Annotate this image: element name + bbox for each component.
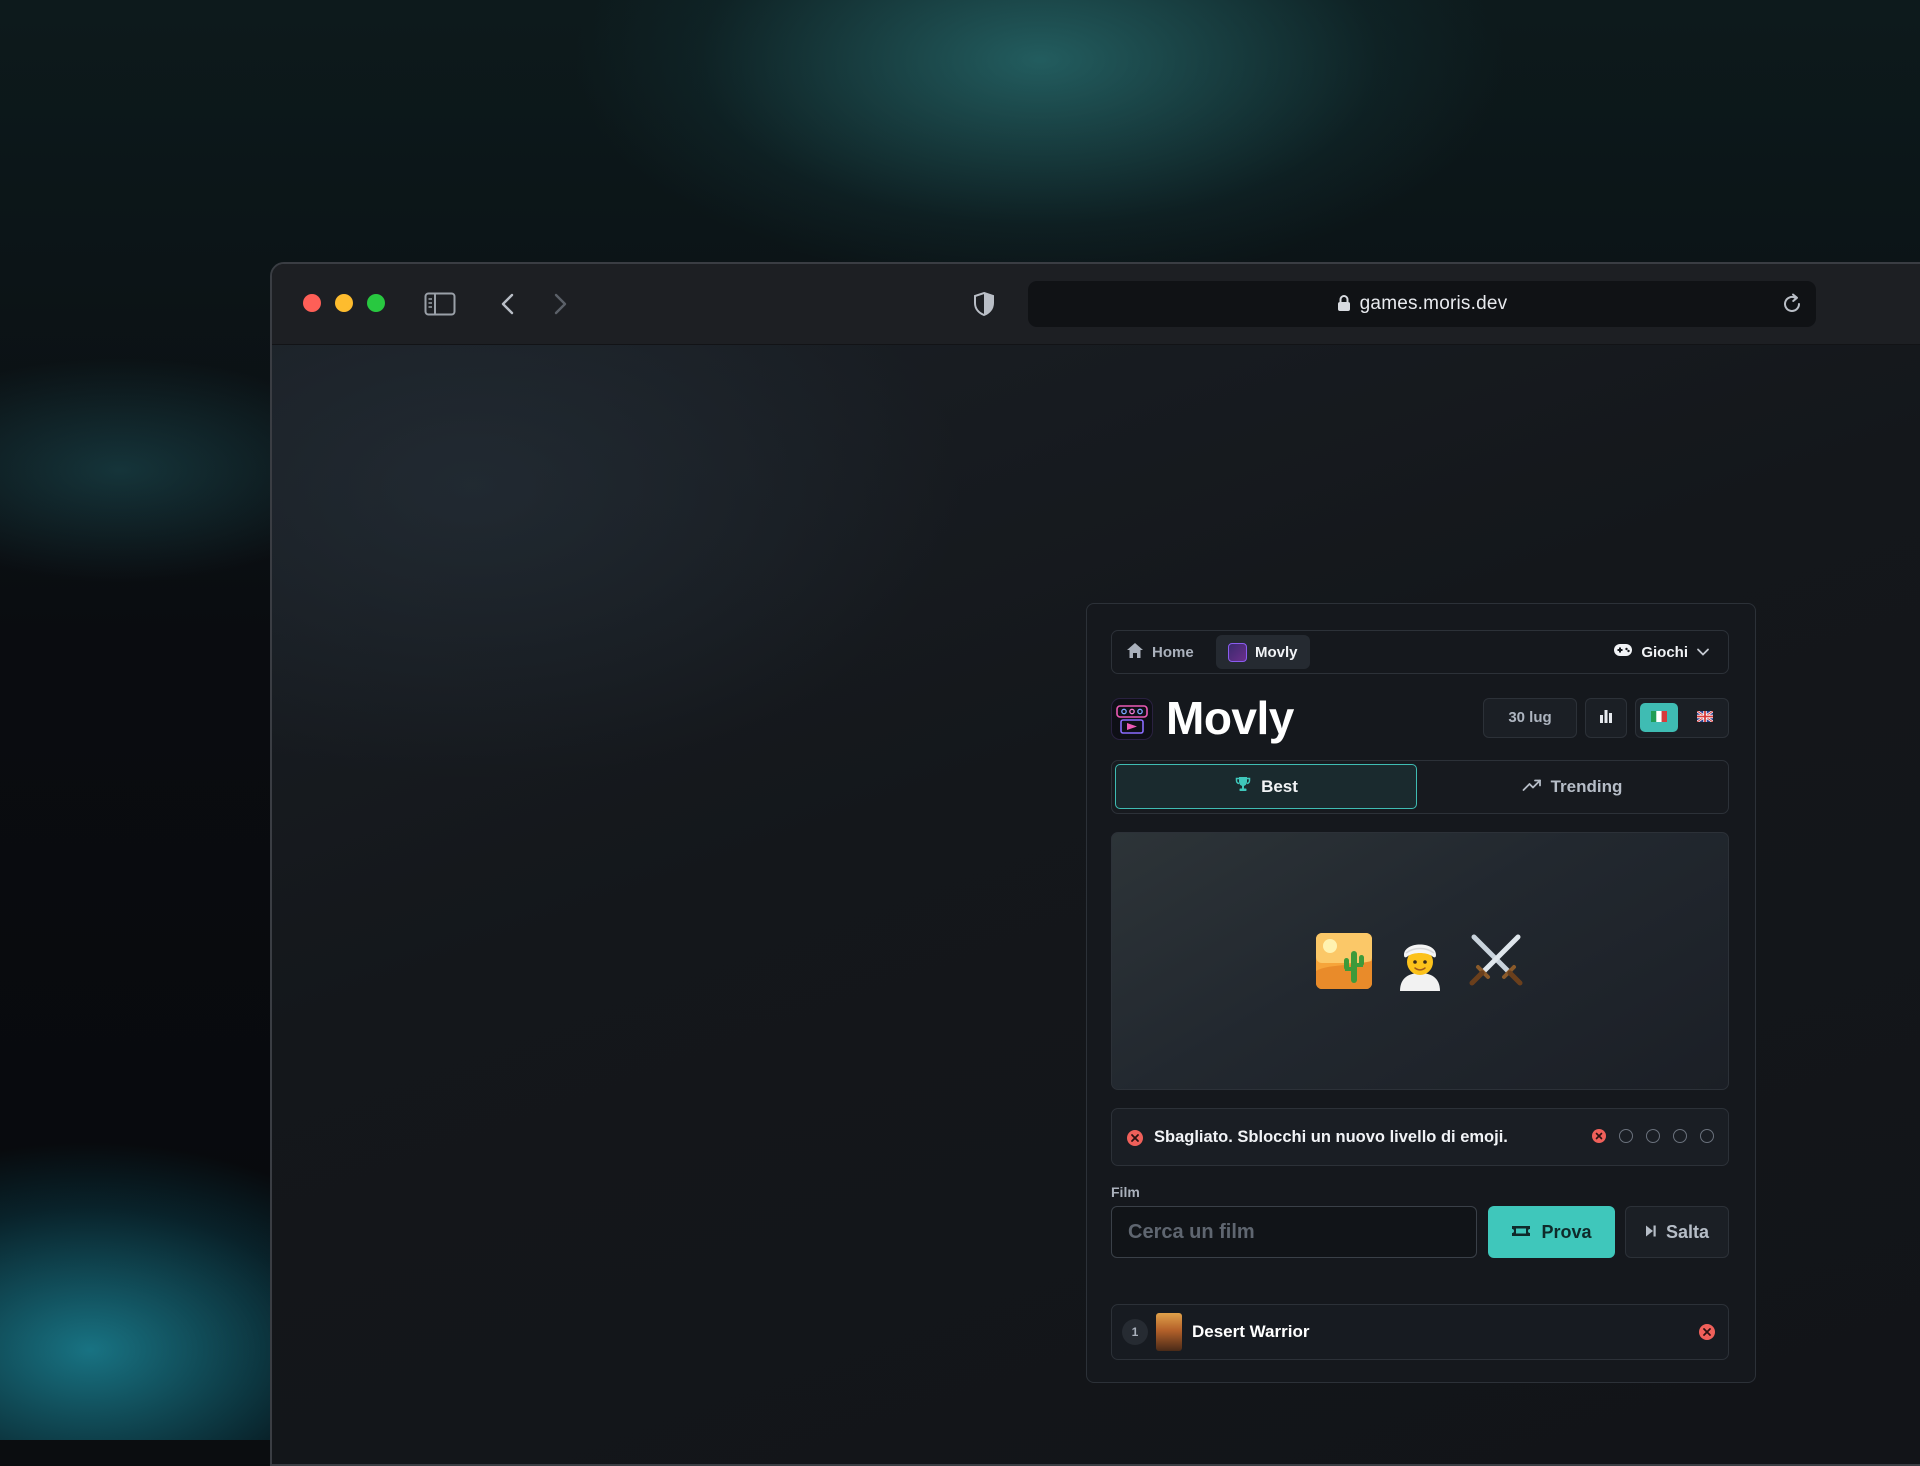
nav-movly-label: Movly (1255, 643, 1298, 661)
ticket-icon (1511, 1222, 1531, 1243)
zoom-window-button[interactable] (367, 294, 385, 312)
emoji-clue-panel (1111, 832, 1729, 1090)
mode-tabs: Best Trending (1111, 760, 1729, 814)
skip-label: Salta (1665, 1221, 1710, 1242)
movly-card: Home Movly Giochi Movly 30 lug Best Tren… (1086, 603, 1756, 1383)
games-label: Giochi (1641, 643, 1688, 661)
address-bar[interactable]: games.moris.dev (1028, 281, 1816, 327)
attempt-indicators (1592, 1129, 1714, 1143)
bar-chart-icon (1598, 708, 1614, 729)
movly-mini-logo (1228, 642, 1247, 662)
person-turban-emoji (1389, 930, 1451, 992)
movie-poster-thumbnail (1156, 1313, 1182, 1351)
feedback-banner: Sbagliato. Sblocchi un nuovo livello di … (1111, 1108, 1729, 1166)
submit-label: Prova (1541, 1221, 1592, 1242)
skip-button[interactable]: Salta (1625, 1206, 1729, 1258)
url-text: games.moris.dev (1359, 293, 1508, 314)
guess-number-badge: 1 (1122, 1319, 1148, 1345)
page-title: Movly (1166, 692, 1294, 744)
guess-title: Desert Warrior (1192, 1322, 1310, 1341)
minimize-window-button[interactable] (335, 294, 353, 312)
movly-logo-icon (1111, 698, 1153, 740)
game-header: Movly 30 lug (1111, 692, 1729, 744)
close-window-button[interactable] (303, 294, 321, 312)
nav-home-label: Home (1152, 643, 1194, 661)
forward-arrow-icon[interactable] (546, 290, 574, 318)
browser-toolbar: games.moris.dev (272, 264, 1920, 345)
language-it-button[interactable] (1640, 703, 1678, 732)
games-dropdown[interactable]: Giochi (1613, 640, 1710, 664)
language-en-button[interactable] (1686, 703, 1724, 732)
crossed-swords-emoji (1465, 930, 1527, 992)
attempt-2-indicator (1619, 1129, 1633, 1143)
back-arrow-icon[interactable] (494, 290, 522, 318)
breadcrumb-nav: Home Movly Giochi (1111, 630, 1729, 674)
language-switcher (1635, 698, 1729, 738)
tab-best-label: Best (1261, 776, 1298, 796)
trending-up-icon (1522, 777, 1542, 797)
uk-flag-icon (1696, 709, 1714, 727)
attempt-3-indicator (1646, 1129, 1660, 1143)
tab-trending-label: Trending (1550, 776, 1623, 796)
tab-trending[interactable]: Trending (1421, 764, 1723, 809)
attempt-1-miss-icon (1592, 1129, 1606, 1143)
guess-list-item: 1 Desert Warrior (1111, 1304, 1729, 1360)
submit-guess-button[interactable]: Prova (1488, 1206, 1615, 1258)
film-field-label: Film (1111, 1184, 1140, 1200)
error-circle-icon (1126, 1129, 1144, 1147)
film-search-input[interactable] (1111, 1206, 1477, 1258)
skip-forward-icon (1645, 1222, 1657, 1243)
sidebar-toggle-icon[interactable] (424, 292, 456, 316)
attempt-4-indicator (1673, 1129, 1687, 1143)
trophy-icon (1234, 775, 1252, 798)
italian-flag-icon (1651, 709, 1667, 727)
home-icon (1126, 642, 1144, 663)
date-button[interactable]: 30 lug (1483, 698, 1577, 738)
gamepad-icon (1613, 643, 1633, 661)
reload-icon[interactable] (1780, 292, 1804, 316)
tab-best[interactable]: Best (1115, 764, 1417, 809)
attempt-5-indicator (1700, 1129, 1714, 1143)
privacy-shield-icon[interactable] (970, 290, 998, 318)
nav-home-link[interactable]: Home (1126, 640, 1194, 664)
wrong-guess-icon (1698, 1323, 1716, 1341)
desert-emoji (1313, 930, 1375, 992)
stats-button[interactable] (1585, 698, 1627, 738)
chevron-down-icon (1696, 644, 1710, 661)
lock-icon (1337, 284, 1351, 330)
nav-movly-link[interactable]: Movly (1216, 635, 1310, 669)
feedback-message: Sbagliato. Sblocchi un nuovo livello di … (1154, 1128, 1508, 1146)
